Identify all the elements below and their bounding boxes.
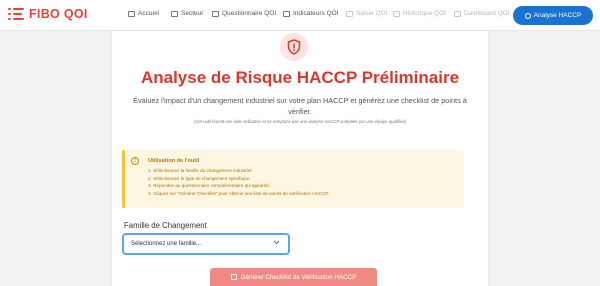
nav-item-analyse-haccp[interactable]: Analyse HACCP [513, 6, 593, 25]
chart-icon [283, 10, 290, 17]
page-title: Analyse de Risque HACCP Préliminaire [140, 68, 460, 87]
family-label: Famille de Changement [124, 221, 207, 230]
info-step: 4. Cliquez sur "Générer Checklist" pour … [148, 190, 330, 196]
shield-icon [524, 12, 531, 19]
dashboard-icon [454, 10, 461, 17]
nav-item-saisie[interactable]: Saisie QOI [346, 10, 387, 17]
nav-item-accueil[interactable]: Accueil [128, 10, 159, 17]
info-step: 1. Sélectionnez la famille du changement… [148, 168, 253, 173]
home-icon [128, 10, 135, 17]
info-step: 3. Répondez au questionnaire complémenta… [148, 183, 271, 189]
nav-item-dashboard[interactable]: Dashboard QOI [454, 10, 510, 17]
nav-item-historique[interactable]: Historique QOI [393, 10, 446, 17]
usage-info-box: ! Utilisation de l'outil 1. Sélectionnez… [122, 150, 464, 208]
edit-icon [346, 10, 353, 17]
generate-checklist-button[interactable]: Générer Checklist de Vérification HACCP [210, 268, 377, 286]
info-step: 2. Sélectionnez le type de changement sp… [148, 175, 251, 181]
brand-logo[interactable]: FIBO QOI [8, 7, 88, 21]
top-navbar: FIBO QOI Accueil Secteur Questionnaire Q… [0, 0, 600, 31]
nav-item-secteur[interactable]: Secteur [171, 10, 203, 17]
page-subtitle: Évaluez l'impact d'un changement industr… [133, 96, 467, 116]
info-title: Utilisation de l'outil [148, 158, 200, 164]
brand-name: FIBO QOI [29, 7, 88, 21]
info-steps-list: 1. Sélectionnez la famille du changement… [148, 167, 329, 197]
nav-item-questionnaire[interactable]: Questionnaire QOI [212, 10, 276, 17]
factory-icon [171, 10, 178, 17]
history-icon [393, 10, 400, 17]
nav-item-indicateurs[interactable]: Indicateurs QOI [283, 10, 339, 17]
family-select[interactable]: Sélectionnez une famille... [122, 233, 290, 255]
checklist-icon [230, 274, 237, 280]
shield-alert-icon [280, 33, 308, 61]
family-select-value: Sélectionnez une famille... [131, 241, 202, 247]
info-icon: ! [131, 157, 139, 165]
clipboard-icon [212, 10, 219, 17]
disclaimer-text: (Cet outil fournit une aide indicative e… [193, 119, 407, 124]
logo-list-icon [8, 7, 24, 21]
chevron-down-icon [273, 240, 280, 247]
